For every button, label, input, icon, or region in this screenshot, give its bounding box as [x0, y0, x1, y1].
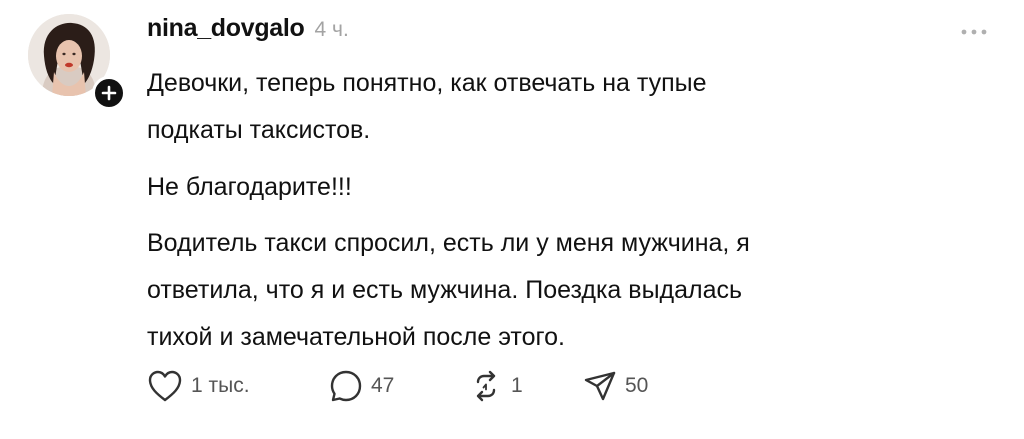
send-icon: [584, 371, 616, 401]
share-count: 50: [625, 374, 649, 397]
follow-button[interactable]: [92, 76, 126, 110]
heart-icon: [148, 370, 182, 402]
post-paragraph: Водитель такси спросил, есть ли у меня м…: [147, 229, 750, 351]
repost-count: 1: [511, 374, 523, 397]
post-timestamp[interactable]: 4 ч.: [315, 18, 349, 42]
post-paragraph: Девочки, теперь понятно, как отвечать на…: [147, 69, 707, 144]
share-button[interactable]: 50: [583, 369, 703, 403]
reply-count: 47: [371, 374, 395, 397]
ellipsis-icon: [961, 29, 987, 35]
plus-icon: [101, 85, 117, 101]
like-count: 1 тыс.: [191, 374, 250, 397]
more-options-button[interactable]: [958, 22, 990, 42]
author-avatar-block: [28, 14, 126, 110]
like-button[interactable]: 1 тыс.: [147, 369, 329, 403]
author-username[interactable]: nina_dovgalo: [147, 14, 305, 43]
thread-post: nina_dovgalo 4 ч. Девочки, теперь понятн…: [0, 0, 1024, 439]
comment-icon: [330, 370, 362, 402]
post-paragraph: Не благодарите!!!: [147, 173, 352, 201]
repost-icon: [476, 370, 496, 402]
post-actions: 1 тыс. 47 1 50: [147, 362, 703, 410]
post-header: nina_dovgalo 4 ч.: [147, 14, 349, 50]
reply-button[interactable]: 47: [329, 369, 469, 403]
post-body: Девочки, теперь понятно, как отвечать на…: [147, 60, 977, 371]
repost-button[interactable]: 1: [469, 369, 583, 403]
